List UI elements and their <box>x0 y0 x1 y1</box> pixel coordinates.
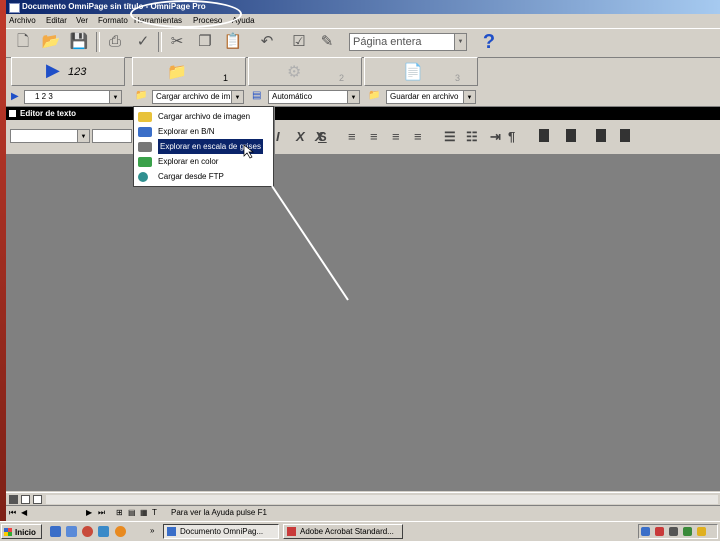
quicklaunch-app-icon[interactable] <box>115 526 126 537</box>
internet-explorer-icon[interactable] <box>50 526 61 537</box>
tray-app-icon[interactable] <box>683 527 692 536</box>
taskbar-acrobat[interactable]: Adobe Acrobat Standard... <box>283 524 403 539</box>
tray-network-icon[interactable] <box>641 527 650 536</box>
system-tray <box>638 524 718 539</box>
task-label: Documento OmniPag... <box>180 527 264 536</box>
tray-update-icon[interactable] <box>697 527 706 536</box>
taskbar-omnipage[interactable]: Documento OmniPag... <box>163 524 279 539</box>
start-button[interactable]: Inicio <box>1 524 42 539</box>
windows-taskbar: Inicio » Documento OmniPag... Adobe Acro… <box>0 521 720 541</box>
tray-antivirus-icon[interactable] <box>655 527 664 536</box>
quicklaunch-more-icon[interactable]: » <box>150 526 154 535</box>
pointer-line <box>271 185 349 301</box>
tray-speaker-icon[interactable] <box>669 527 678 536</box>
outlook-icon[interactable] <box>66 526 77 537</box>
start-label: Inicio <box>15 528 36 537</box>
omnipage-task-icon <box>167 527 176 536</box>
task-label: Adobe Acrobat Standard... <box>300 527 394 536</box>
desktop-icon[interactable] <box>98 526 109 537</box>
annotation-pointer-line <box>243 144 349 301</box>
mouse-cursor-icon <box>243 144 255 159</box>
media-player-icon[interactable] <box>82 526 93 537</box>
acrobat-task-icon <box>287 527 296 536</box>
windows-logo-icon <box>4 528 12 536</box>
